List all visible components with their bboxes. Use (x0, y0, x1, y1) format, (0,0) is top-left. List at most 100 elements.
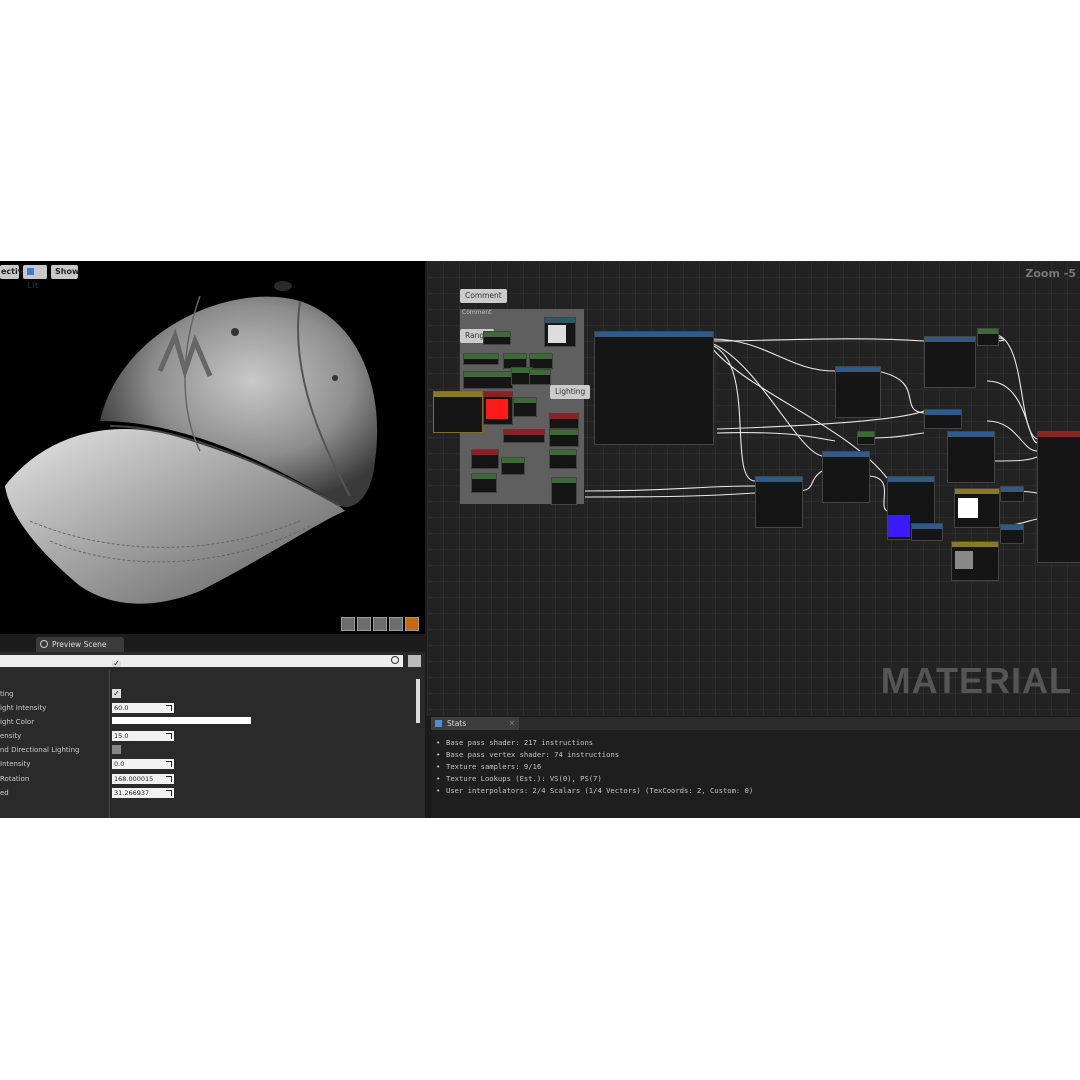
property-row: ight Intensity 60.0 (0, 702, 415, 716)
plane-icon[interactable] (373, 617, 387, 631)
property-row: ✓ (0, 660, 415, 675)
property-value-input[interactable]: 168.000015 (112, 774, 174, 784)
param-node[interactable] (977, 328, 999, 346)
param-node[interactable] (463, 371, 513, 389)
param-node[interactable] (529, 369, 551, 385)
material-editor-window: ective Lit Show Preview Scene ✓ ting ✓ i… (0, 261, 1080, 818)
zoom-indicator: Zoom -5 (1025, 267, 1076, 280)
param-node[interactable] (911, 523, 943, 541)
param-node[interactable] (857, 431, 875, 445)
material-watermark: MATERIAL (880, 660, 1072, 701)
property-checkbox[interactable]: ✓ (112, 660, 121, 668)
spin-arrow-icon (166, 761, 172, 767)
stat-text: Texture samplers: 9/16 (446, 761, 542, 771)
property-row: Intensity 0.0 (0, 758, 415, 772)
property-label: Rotation (0, 775, 30, 783)
property-color-swatch[interactable] (112, 717, 251, 724)
stat-text: Base pass shader: 217 instructions (446, 738, 594, 747)
stats-list: • Base pass shader: 217 instructions • Bas… (436, 737, 753, 797)
property-value-input[interactable]: 0.0 (112, 759, 174, 769)
texture-sample-node[interactable] (822, 451, 870, 503)
tab-stats[interactable]: Stats × (431, 717, 519, 730)
texture-sample-node[interactable] (755, 476, 803, 528)
property-value-input[interactable]: 15.0 (112, 731, 174, 741)
param-node[interactable] (1000, 524, 1024, 544)
property-row: ting ✓ (0, 688, 415, 702)
property-label: ting (0, 690, 14, 698)
material-result-node[interactable] (1037, 431, 1080, 563)
param-node[interactable] (483, 331, 511, 345)
stat-text: User interpolators: 2/4 Scalars (1/4 Vec… (446, 785, 754, 795)
camera-icon[interactable] (341, 617, 355, 631)
constant-color-node[interactable] (951, 541, 999, 581)
property-label: ed (0, 789, 9, 797)
param-node[interactable] (501, 457, 525, 475)
property-value: 31.266937 (114, 789, 150, 797)
constant-color-node[interactable] (954, 488, 1000, 528)
property-value-input[interactable]: 60.0 (112, 703, 174, 713)
param-node[interactable] (1000, 486, 1024, 502)
light-vector-node[interactable] (549, 413, 579, 429)
property-checkbox[interactable]: ✓ (112, 689, 121, 698)
details-scrollbar[interactable] (416, 679, 420, 723)
cap-model (5, 281, 378, 604)
spin-arrow-icon (166, 790, 172, 796)
property-row: ensity 15.0 (0, 730, 415, 744)
list-item: • Texture samplers: 9/16 (436, 761, 542, 771)
property-checkbox[interactable] (112, 745, 121, 754)
property-label: ensity (0, 732, 22, 740)
property-row: Rotation 168.000015 (0, 773, 415, 787)
property-row: nd Directional Lighting (0, 744, 415, 758)
scene-node[interactable] (503, 429, 545, 443)
lighting-bubble[interactable]: Lighting (550, 385, 591, 399)
property-label: nd Directional Lighting (0, 746, 80, 754)
param-node[interactable] (924, 409, 962, 429)
property-value: 168.000015 (114, 775, 154, 783)
viewport-toolbar (341, 617, 419, 631)
property-label: Intensity (0, 760, 31, 768)
list-item: • Texture Lookups (Est.): VS(0), PS(7) (436, 773, 602, 783)
texture-object-node[interactable] (544, 317, 576, 347)
vector-param-node[interactable] (433, 391, 483, 433)
sphere-icon[interactable] (357, 617, 371, 631)
property-label: ight Color (0, 718, 35, 726)
list-item: • User interpolators: 2/4 Scalars (1/4 Ve… (436, 785, 754, 795)
property-value: 0.0 (114, 760, 125, 768)
property-value: 60.0 (114, 704, 129, 712)
material-graph-canvas[interactable]: Zoom -5 Comment Comment Range Lighting M… (427, 261, 1080, 716)
spin-arrow-icon (166, 733, 172, 739)
list-item: • Base pass vertex shader: 74 instruction… (436, 749, 620, 759)
multiply-node[interactable] (513, 397, 537, 417)
texture-sample-node[interactable] (835, 366, 881, 418)
stats-panel: Stats × • Base pass shader: 217 instructi… (431, 717, 1080, 818)
stat-text: Base pass vertex shader: 74 instructions (446, 749, 620, 759)
settings-tab-icon (40, 640, 48, 648)
details-tabbar: Preview Scene Sett (0, 634, 425, 664)
tab-preview-scene-settings[interactable]: Preview Scene Sett (36, 637, 124, 664)
teapot-icon[interactable] (405, 617, 419, 631)
spin-arrow-icon (166, 776, 172, 782)
preview-viewport[interactable]: ective Lit Show (0, 261, 425, 634)
param-node[interactable] (471, 449, 499, 469)
property-value: 15.0 (114, 732, 129, 740)
param-node[interactable] (463, 353, 499, 365)
cube-icon[interactable] (389, 617, 403, 631)
param-node[interactable] (471, 473, 497, 493)
close-icon[interactable]: × (509, 717, 515, 730)
parallax-occlusion-node[interactable] (594, 331, 714, 445)
param-node[interactable] (549, 449, 577, 469)
spin-arrow-icon (166, 705, 172, 711)
property-row: ed 31.266937 (0, 787, 415, 801)
param-node[interactable] (551, 477, 577, 505)
comment-title: Comment (462, 309, 492, 316)
stats-tabbar: Stats × (431, 717, 1080, 730)
stats-icon (435, 720, 442, 727)
comment-bubble[interactable]: Comment (460, 289, 507, 303)
param-node[interactable] (549, 429, 579, 447)
property-value-input[interactable]: 31.266937 (112, 788, 174, 798)
color-node[interactable] (483, 391, 513, 425)
list-item: • Base pass shader: 217 instructions (436, 738, 594, 747)
property-row: ight Color (0, 716, 415, 730)
texture-sample-node[interactable] (947, 431, 995, 483)
texture-sample-node[interactable] (924, 336, 976, 388)
